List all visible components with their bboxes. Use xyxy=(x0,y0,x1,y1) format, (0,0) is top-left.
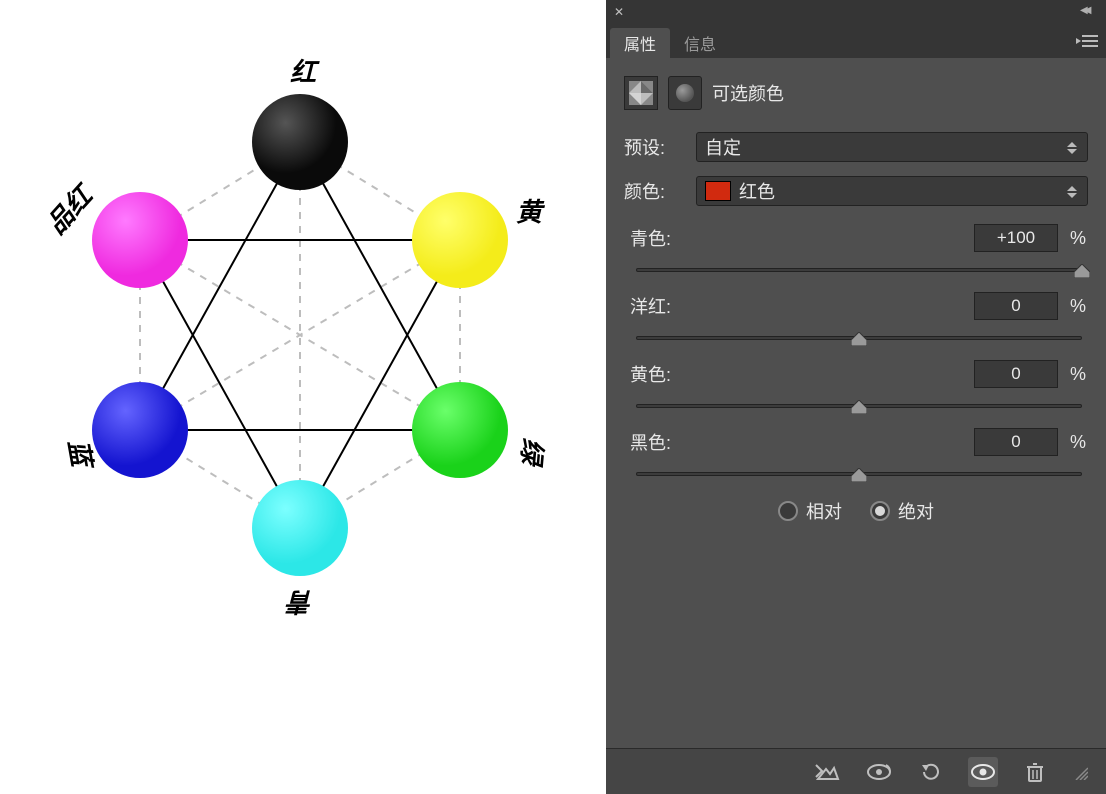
percent-sign: % xyxy=(1066,228,1086,249)
slider-value-yellow[interactable]: 0 xyxy=(974,360,1058,388)
node-bottom xyxy=(252,480,348,576)
select-arrows-icon xyxy=(1067,137,1081,159)
label-tr: 黄 xyxy=(516,200,542,226)
slider-row-magenta: 洋红: 0 % xyxy=(630,292,1088,350)
node-tl xyxy=(92,192,188,288)
percent-sign: % xyxy=(1066,296,1086,317)
slider-row-yellow: 黄色: 0 % xyxy=(630,360,1088,418)
color-select[interactable]: 红色 xyxy=(696,176,1088,206)
resize-grip-icon[interactable] xyxy=(1072,764,1088,780)
slider-value-black[interactable]: 0 xyxy=(974,428,1058,456)
radio-dot-absolute xyxy=(870,501,890,521)
slider-value-magenta[interactable]: 0 xyxy=(974,292,1058,320)
color-row: 颜色: 红色 xyxy=(624,176,1088,206)
node-top xyxy=(252,94,348,190)
color-wheel-diagram: 红 黄 绿 青 蓝 品红 xyxy=(0,0,600,700)
preset-row: 预设: 自定 xyxy=(624,132,1088,162)
radio-label-absolute: 绝对 xyxy=(898,498,934,524)
select-arrows-icon xyxy=(1067,181,1081,203)
adjustment-type-icon[interactable] xyxy=(624,76,658,110)
slider-label-yellow: 黄色: xyxy=(630,361,671,387)
slider-track-magenta[interactable] xyxy=(636,326,1082,350)
label-bl: 蓝 xyxy=(64,438,94,468)
slider-thumb-cyan[interactable] xyxy=(1074,262,1090,276)
slider-label-cyan: 青色: xyxy=(630,225,671,251)
slider-value-cyan[interactable]: +100 xyxy=(974,224,1058,252)
node-br xyxy=(412,382,508,478)
node-tr xyxy=(412,192,508,288)
radio-relative[interactable]: 相对 xyxy=(778,498,842,524)
slider-track-cyan[interactable] xyxy=(636,258,1082,282)
slider-thumb-black[interactable] xyxy=(851,466,867,480)
reset-icon[interactable] xyxy=(916,757,946,787)
preset-label: 预设: xyxy=(624,134,696,160)
collapse-icon[interactable]: ◀◀ xyxy=(1080,5,1100,19)
properties-panel: ✕ ◀◀ 属性 信息 可选颜色 预设: 自定 颜色: 红 xyxy=(606,0,1106,794)
color-value: 红色 xyxy=(739,178,775,204)
radio-dot-relative xyxy=(778,501,798,521)
label-br: 绿 xyxy=(517,437,545,465)
close-icon[interactable]: ✕ xyxy=(612,5,626,19)
clip-to-layer-icon[interactable] xyxy=(812,757,842,787)
panel-footer xyxy=(606,748,1106,794)
node-bl xyxy=(92,382,188,478)
slider-label-magenta: 洋红: xyxy=(630,293,671,319)
percent-sign: % xyxy=(1066,364,1086,385)
slider-label-black: 黑色: xyxy=(630,429,671,455)
label-bottom: 青 xyxy=(288,588,314,614)
panel-tabs: 属性 信息 xyxy=(606,24,1106,58)
tab-info[interactable]: 信息 xyxy=(670,28,730,58)
slider-thumb-magenta[interactable] xyxy=(851,330,867,344)
radio-label-relative: 相对 xyxy=(806,498,842,524)
toggle-visibility-icon[interactable] xyxy=(968,757,998,787)
view-previous-icon[interactable] xyxy=(864,757,894,787)
radio-absolute[interactable]: 绝对 xyxy=(870,498,934,524)
mask-circle-icon[interactable] xyxy=(668,76,702,110)
color-label: 颜色: xyxy=(624,178,696,204)
slider-row-cyan: 青色: +100 % xyxy=(630,224,1088,282)
label-top: 红 xyxy=(290,60,316,86)
preset-value: 自定 xyxy=(705,134,741,160)
tab-properties[interactable]: 属性 xyxy=(610,28,670,58)
slider-thumb-yellow[interactable] xyxy=(851,398,867,412)
slider-track-black[interactable] xyxy=(636,462,1082,486)
panel-flyout-menu-icon[interactable] xyxy=(1076,32,1100,50)
percent-sign: % xyxy=(1066,432,1086,453)
adjustment-name: 可选颜色 xyxy=(712,80,784,106)
slider-track-yellow[interactable] xyxy=(636,394,1082,418)
slider-row-black: 黑色: 0 % xyxy=(630,428,1088,486)
panel-titlebar: ✕ ◀◀ xyxy=(606,0,1106,24)
method-radio-row: 相对 绝对 xyxy=(624,498,1088,524)
preset-select[interactable]: 自定 xyxy=(696,132,1088,162)
adjustment-type-row: 可选颜色 xyxy=(624,76,1088,110)
color-swatch xyxy=(705,181,731,201)
trash-icon[interactable] xyxy=(1020,757,1050,787)
